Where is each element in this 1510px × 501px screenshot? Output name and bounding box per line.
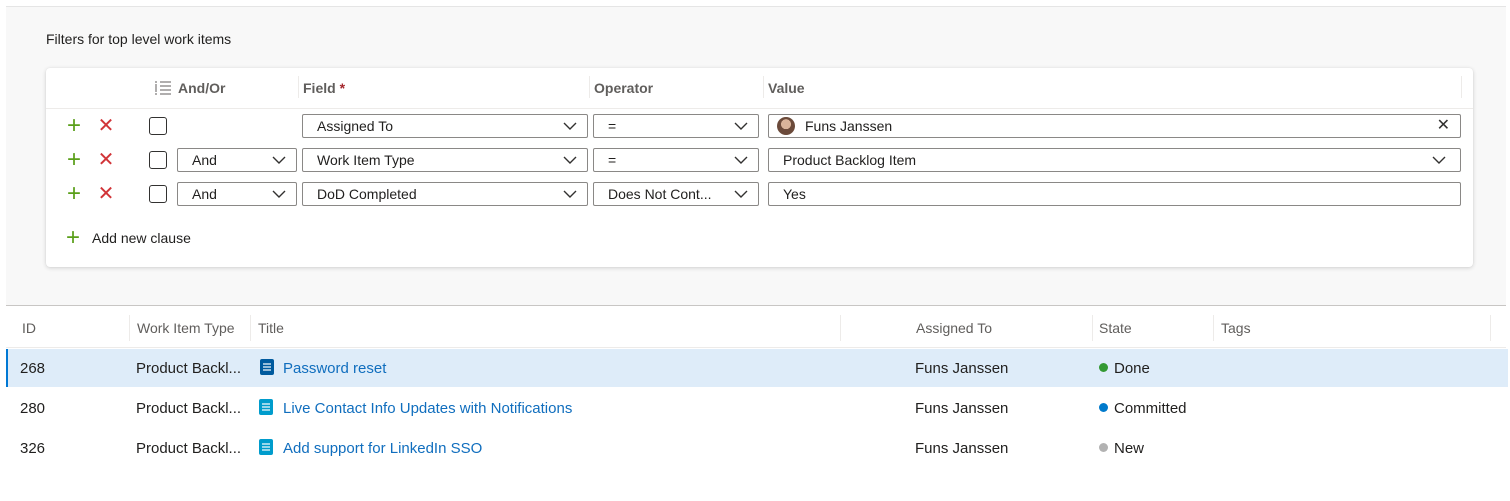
and-or-dropdown[interactable]: And <box>177 182 297 206</box>
column-separator[interactable] <box>1490 315 1491 341</box>
chevron-down-icon <box>734 121 748 131</box>
cell-work-item-type: Product Backl... <box>136 400 242 417</box>
chevron-down-icon <box>272 189 286 199</box>
chevron-down-icon <box>272 155 286 165</box>
cell-state: Done <box>1099 360 1150 377</box>
top-divider <box>6 6 1506 7</box>
operator-dropdown[interactable]: = <box>593 148 759 172</box>
and-or-dropdown[interactable]: And <box>177 148 297 172</box>
column-header-state[interactable]: State <box>1099 320 1132 336</box>
header-divider <box>46 108 1473 109</box>
state-dot-icon <box>1099 443 1108 452</box>
avatar <box>777 117 795 135</box>
product-backlog-item-icon <box>259 399 273 415</box>
value-text-field[interactable]: Yes <box>768 182 1461 206</box>
table-row[interactable]: 280 Product Backl... Live Contact Info U… <box>6 389 1506 427</box>
remove-clause-button[interactable]: ✕ <box>96 150 116 170</box>
cell-work-item-type: Product Backl... <box>136 360 242 377</box>
add-new-clause-label: Add new clause <box>92 230 191 246</box>
chevron-down-icon <box>1432 155 1446 165</box>
value-identity-picker[interactable]: Funs Janssen ✕ <box>768 114 1461 138</box>
work-item-title-link[interactable]: Password reset <box>283 360 386 377</box>
value-dropdown[interactable]: Product Backlog Item <box>768 148 1461 172</box>
cell-id: 280 <box>20 400 46 417</box>
operator-dropdown[interactable]: Does Not Cont... <box>593 182 759 206</box>
cell-id: 326 <box>20 440 46 457</box>
product-backlog-item-icon <box>259 439 273 455</box>
cell-state: Committed <box>1099 400 1187 417</box>
column-separator[interactable] <box>129 315 130 341</box>
column-header-id[interactable]: ID <box>22 320 36 336</box>
cell-assigned-to: Funs Janssen <box>915 440 1009 457</box>
chevron-down-icon <box>734 189 748 199</box>
cell-state: New <box>1099 440 1144 457</box>
header-separator[interactable] <box>763 76 764 98</box>
operator-dropdown[interactable]: = <box>593 114 759 138</box>
header-value: Value <box>768 80 805 96</box>
add-clause-row-button[interactable]: + <box>64 148 84 172</box>
field-dropdown[interactable]: DoD Completed <box>302 182 588 206</box>
column-separator[interactable] <box>1213 315 1214 341</box>
cell-id: 268 <box>20 360 46 377</box>
field-dropdown[interactable]: Assigned To <box>302 114 588 138</box>
column-separator[interactable] <box>250 315 251 341</box>
header-field: Field * <box>303 80 346 96</box>
work-item-title-link[interactable]: Add support for LinkedIn SSO <box>283 440 482 457</box>
field-dropdown[interactable]: Work Item Type <box>302 148 588 172</box>
remove-clause-button[interactable]: ✕ <box>96 116 116 136</box>
header-separator[interactable] <box>298 76 299 98</box>
column-header-tags[interactable]: Tags <box>1221 320 1251 336</box>
table-row[interactable]: 326 Product Backl... Add support for Lin… <box>6 429 1506 467</box>
plus-icon: + <box>66 224 81 251</box>
header-operator: Operator <box>594 80 654 96</box>
grid-header-divider <box>6 347 1506 348</box>
chevron-down-icon <box>563 121 577 131</box>
clear-icon[interactable]: ✕ <box>1437 115 1450 137</box>
clause-checkbox[interactable] <box>149 151 167 169</box>
add-clause-row-button[interactable]: + <box>64 182 84 206</box>
header-separator[interactable] <box>1461 76 1462 98</box>
column-header-work-item-type[interactable]: Work Item Type <box>137 320 235 336</box>
column-options-icon[interactable] <box>154 80 172 96</box>
header-and-or: And/Or <box>178 80 226 96</box>
table-row[interactable]: 268 Product Backl... Password reset Funs… <box>6 349 1508 387</box>
header-separator[interactable] <box>589 76 590 98</box>
remove-clause-button[interactable]: ✕ <box>96 184 116 204</box>
filter-clauses-card: And/Or Field * Operator Value + ✕ Assign… <box>46 68 1473 267</box>
chevron-down-icon <box>563 189 577 199</box>
add-new-clause-button[interactable]: + Add new clause <box>66 224 191 251</box>
cell-assigned-to: Funs Janssen <box>915 400 1009 417</box>
column-header-assigned-to[interactable]: Assigned To <box>916 320 992 336</box>
filters-title: Filters for top level work items <box>46 31 232 47</box>
required-marker: * <box>339 80 346 96</box>
cell-work-item-type: Product Backl... <box>136 440 242 457</box>
column-separator[interactable] <box>1092 315 1093 341</box>
work-item-title-link[interactable]: Live Contact Info Updates with Notificat… <box>283 400 572 417</box>
column-separator[interactable] <box>840 315 841 341</box>
cell-assigned-to: Funs Janssen <box>915 360 1009 377</box>
chevron-down-icon <box>563 155 577 165</box>
add-clause-row-button[interactable]: + <box>64 114 84 138</box>
chevron-down-icon <box>734 155 748 165</box>
clause-checkbox[interactable] <box>149 117 167 135</box>
clause-checkbox[interactable] <box>149 185 167 203</box>
state-dot-icon <box>1099 403 1108 412</box>
product-backlog-item-icon <box>260 359 274 375</box>
column-header-title[interactable]: Title <box>258 320 284 336</box>
state-dot-icon <box>1099 363 1108 372</box>
